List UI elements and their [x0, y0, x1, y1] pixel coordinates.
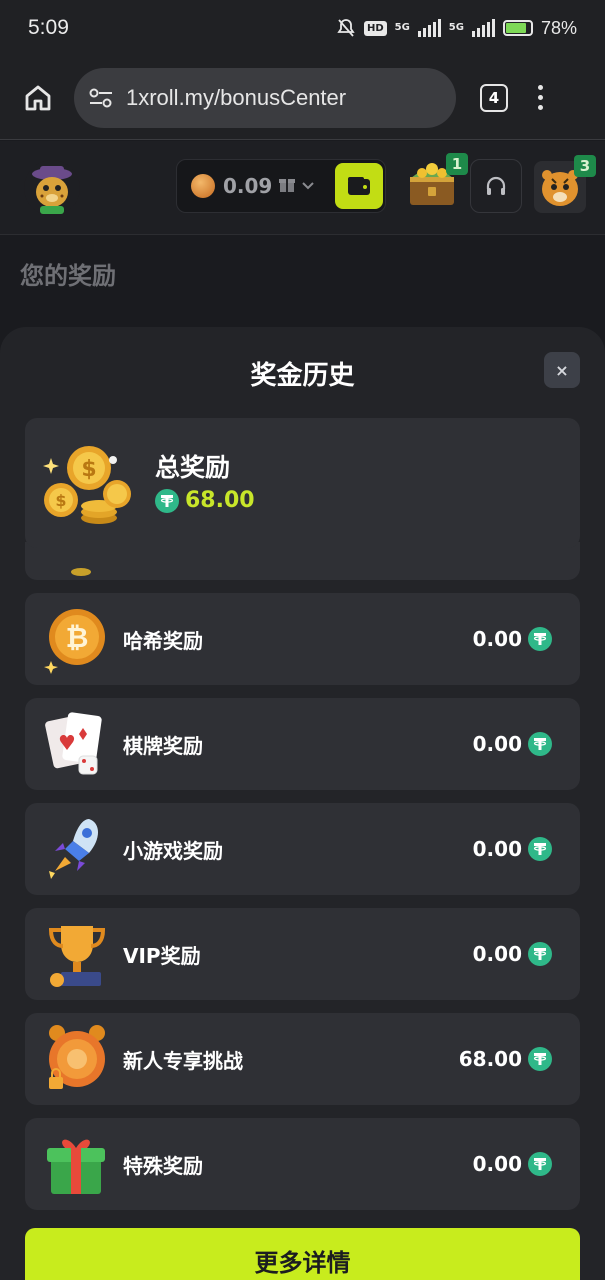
gift-box-icon [47, 1139, 105, 1194]
treasure-chest-button[interactable]: 1 [404, 153, 468, 217]
tabs-button[interactable]: 4 [480, 83, 508, 112]
modal-title: 奖金历史 [250, 361, 355, 391]
url-text[interactable]: 1xroll.my/bonusCenter [126, 85, 346, 111]
chest-count-badge: 1 [446, 153, 468, 175]
bonus-label: 棋牌奖励 [123, 733, 203, 758]
bonus-label: 新人专享挑战 [123, 1048, 243, 1073]
list-item: ₿ 哈希奖励 0.00 [25, 593, 580, 685]
address-bar[interactable]: 1xroll.my/bonusCenter [74, 67, 456, 128]
bonus-value: 0.00 [472, 1152, 522, 1176]
tether-icon [528, 1047, 552, 1071]
support-button[interactable] [470, 159, 522, 213]
bonus-list: ₿ 哈希奖励 0.00 棋牌奖励 0.00 小游戏奖励 0.00 VIP奖励 0… [25, 593, 580, 1223]
signal-2-icon [471, 19, 495, 37]
wallet-icon [348, 177, 370, 195]
signal-1-icon [417, 19, 441, 37]
tether-icon [528, 627, 552, 651]
bonus-value: 0.00 [472, 942, 522, 966]
tether-icon [528, 1152, 552, 1176]
hd-badge: HD [363, 20, 387, 36]
total-reward-amount-row: 68.00 [155, 488, 255, 513]
status-time: 5:09 [28, 16, 69, 39]
bonus-value: 0.00 [472, 837, 522, 861]
network-5g-1: 5G [394, 22, 410, 33]
tether-icon [528, 837, 552, 861]
bonus-label: 特殊奖励 [123, 1153, 203, 1178]
tiger-profile-button[interactable]: 3 [532, 155, 596, 219]
coin-stack-icon: $ $ [43, 446, 131, 524]
rocket-icon [49, 819, 98, 879]
balance-selector[interactable]: 0.09 [176, 159, 386, 213]
gift-icon [278, 175, 296, 197]
leopard-avatar-icon [24, 159, 80, 216]
rewards-page-title: 您的奖励 [20, 262, 116, 290]
tether-icon [155, 488, 179, 513]
bonus-history-modal: 奖金历史 × $ $ 总奖励 68.00 ₿ 哈希奖励 0.00 棋牌奖励 0.… [0, 327, 605, 1280]
locked-coin-icon [49, 1025, 105, 1089]
home-icon [25, 85, 51, 110]
wallet-button[interactable] [335, 163, 383, 209]
chevron-down-icon [302, 179, 315, 194]
bonus-label: VIP奖励 [123, 943, 201, 968]
list-item: 棋牌奖励 0.00 [25, 698, 580, 790]
total-reward-amount: 68.00 [185, 488, 255, 513]
list-item: 特殊奖励 0.00 [25, 1118, 580, 1210]
svg-text:$: $ [81, 457, 96, 482]
mute-bell-icon [337, 19, 355, 37]
list-item: 新人专享挑战 68.00 [25, 1013, 580, 1105]
browser-menu-icon[interactable] [538, 85, 543, 110]
svg-text:$: $ [55, 491, 66, 510]
coin-icon [191, 174, 215, 198]
list-item: 小游戏奖励 0.00 [25, 803, 580, 895]
user-avatar[interactable] [24, 159, 80, 216]
battery-percent: 78% [540, 17, 577, 38]
balance-amount: 0.09 [223, 174, 273, 198]
site-header: 0.09 1 3 [0, 141, 605, 235]
network-5g-2: 5G [448, 22, 464, 33]
total-reward-label: 总奖励 [155, 453, 231, 482]
total-reward-card: $ $ 总奖励 68.00 [25, 418, 580, 548]
trophy-icon [48, 926, 106, 987]
home-button[interactable] [20, 80, 56, 116]
browser-toolbar: 1xroll.my/bonusCenter 4 [0, 56, 605, 140]
bonus-label: 小游戏奖励 [123, 838, 223, 863]
more-details-button[interactable]: 更多详情 [25, 1228, 580, 1280]
bitcoin-coin-icon: ₿ [44, 609, 105, 674]
bonus-value: 0.00 [472, 732, 522, 756]
tether-icon [528, 942, 552, 966]
status-icons: HD 5G 5G 78% [336, 18, 577, 39]
list-item: VIP奖励 0.00 [25, 908, 580, 1000]
headphones-icon [486, 176, 506, 195]
svg-text:₿: ₿ [66, 621, 89, 654]
tether-icon [528, 732, 552, 756]
battery-icon [502, 20, 533, 36]
playing-cards-icon [45, 712, 102, 775]
bonus-value: 68.00 [458, 1047, 522, 1071]
site-settings-icon[interactable] [88, 87, 114, 109]
profile-count-badge: 3 [574, 155, 596, 177]
close-button[interactable]: × [544, 352, 580, 388]
bonus-value: 0.00 [472, 627, 522, 651]
bonus-label: 哈希奖励 [123, 628, 203, 653]
status-bar: 5:09 HD 5G 5G 78% [0, 0, 605, 56]
